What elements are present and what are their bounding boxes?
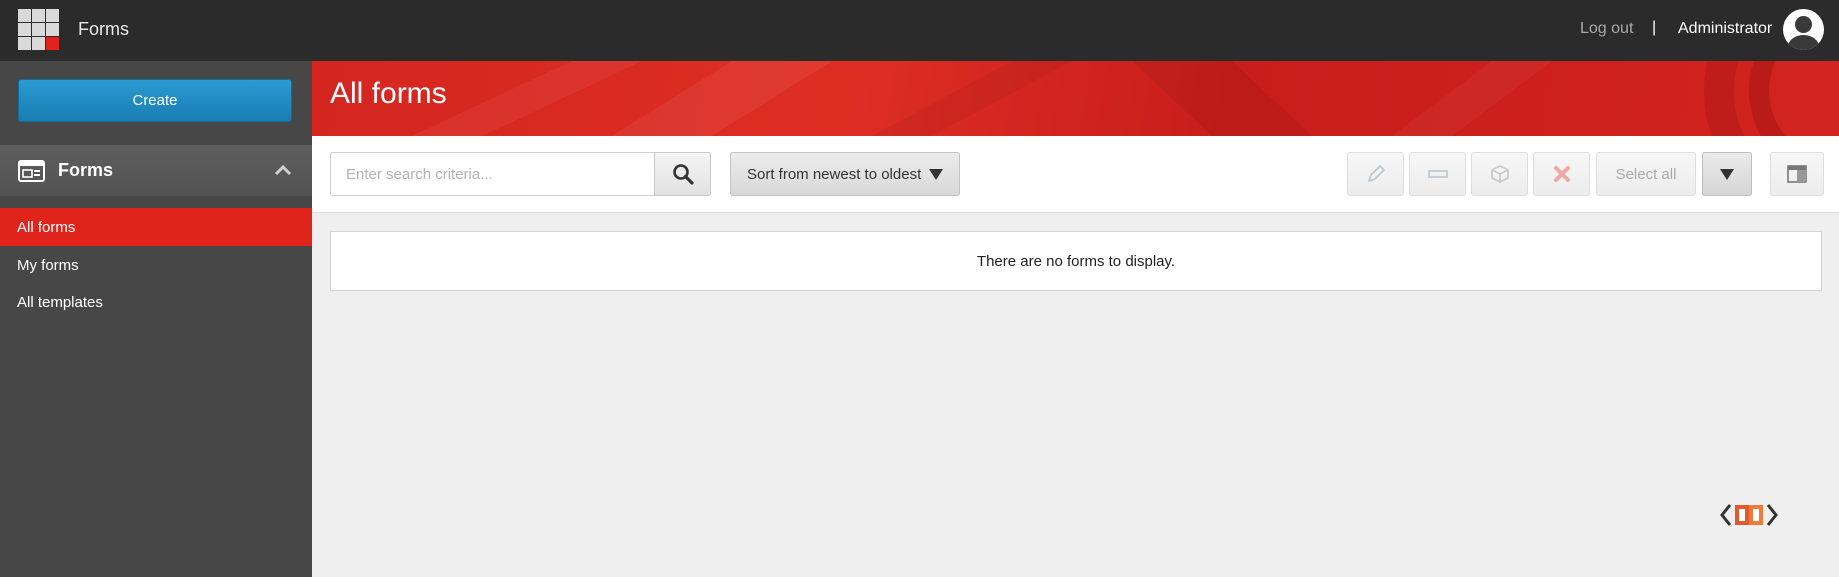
caret-down-icon bbox=[929, 169, 943, 180]
sidebar-item-all-forms[interactable]: All forms bbox=[0, 208, 312, 246]
avatar[interactable] bbox=[1783, 9, 1824, 50]
empty-state-message: There are no forms to display. bbox=[330, 231, 1822, 291]
topbar-separator: | bbox=[1652, 19, 1657, 36]
app-launcher-icon[interactable] bbox=[18, 9, 59, 50]
user-icon bbox=[1795, 16, 1812, 33]
search-button[interactable] bbox=[654, 152, 711, 196]
selection-dropdown-button[interactable] bbox=[1702, 152, 1752, 196]
rename-icon bbox=[1427, 170, 1448, 178]
sidebar-item-all-templates[interactable]: All templates bbox=[0, 283, 312, 321]
page-title: All forms bbox=[330, 77, 447, 110]
toolbar: Sort from newest to oldest Select all bbox=[312, 136, 1839, 213]
search-icon bbox=[672, 164, 694, 185]
sidebar-item-my-forms[interactable]: My forms bbox=[0, 246, 312, 284]
export-button[interactable] bbox=[1471, 152, 1528, 196]
panel-layout-icon bbox=[1787, 165, 1807, 183]
toggle-panel-button[interactable] bbox=[1770, 152, 1824, 196]
sidebar-section-forms[interactable]: Forms bbox=[0, 145, 312, 196]
app-title: Forms bbox=[78, 19, 129, 39]
chevron-up-icon[interactable] bbox=[274, 163, 292, 177]
sort-label: Sort from newest to oldest bbox=[747, 165, 922, 183]
logout-link[interactable]: Log out bbox=[1580, 20, 1633, 38]
banner-background bbox=[412, 61, 1786, 136]
edit-button[interactable] bbox=[1347, 152, 1404, 196]
sidebar: Create Forms All forms My forms All temp… bbox=[0, 61, 312, 577]
user-name[interactable]: Administrator bbox=[1678, 20, 1772, 38]
create-button[interactable]: Create bbox=[18, 79, 292, 122]
page-banner: All forms bbox=[312, 61, 1839, 136]
sort-dropdown[interactable]: Sort from newest to oldest bbox=[730, 152, 960, 196]
select-all-button[interactable]: Select all bbox=[1596, 152, 1696, 196]
search-input[interactable] bbox=[330, 152, 657, 196]
export-icon bbox=[1490, 165, 1509, 183]
brand-logo-icon bbox=[1720, 504, 1778, 526]
form-icon bbox=[18, 160, 45, 182]
caret-down-icon bbox=[1720, 168, 1734, 180]
sidebar-section-label: Forms bbox=[58, 160, 114, 180]
pencil-icon bbox=[1367, 164, 1385, 183]
rename-button[interactable] bbox=[1409, 152, 1466, 196]
top-bar: Forms Log out | Administrator bbox=[0, 0, 1839, 61]
close-icon bbox=[1553, 166, 1570, 182]
delete-button[interactable] bbox=[1533, 152, 1590, 196]
